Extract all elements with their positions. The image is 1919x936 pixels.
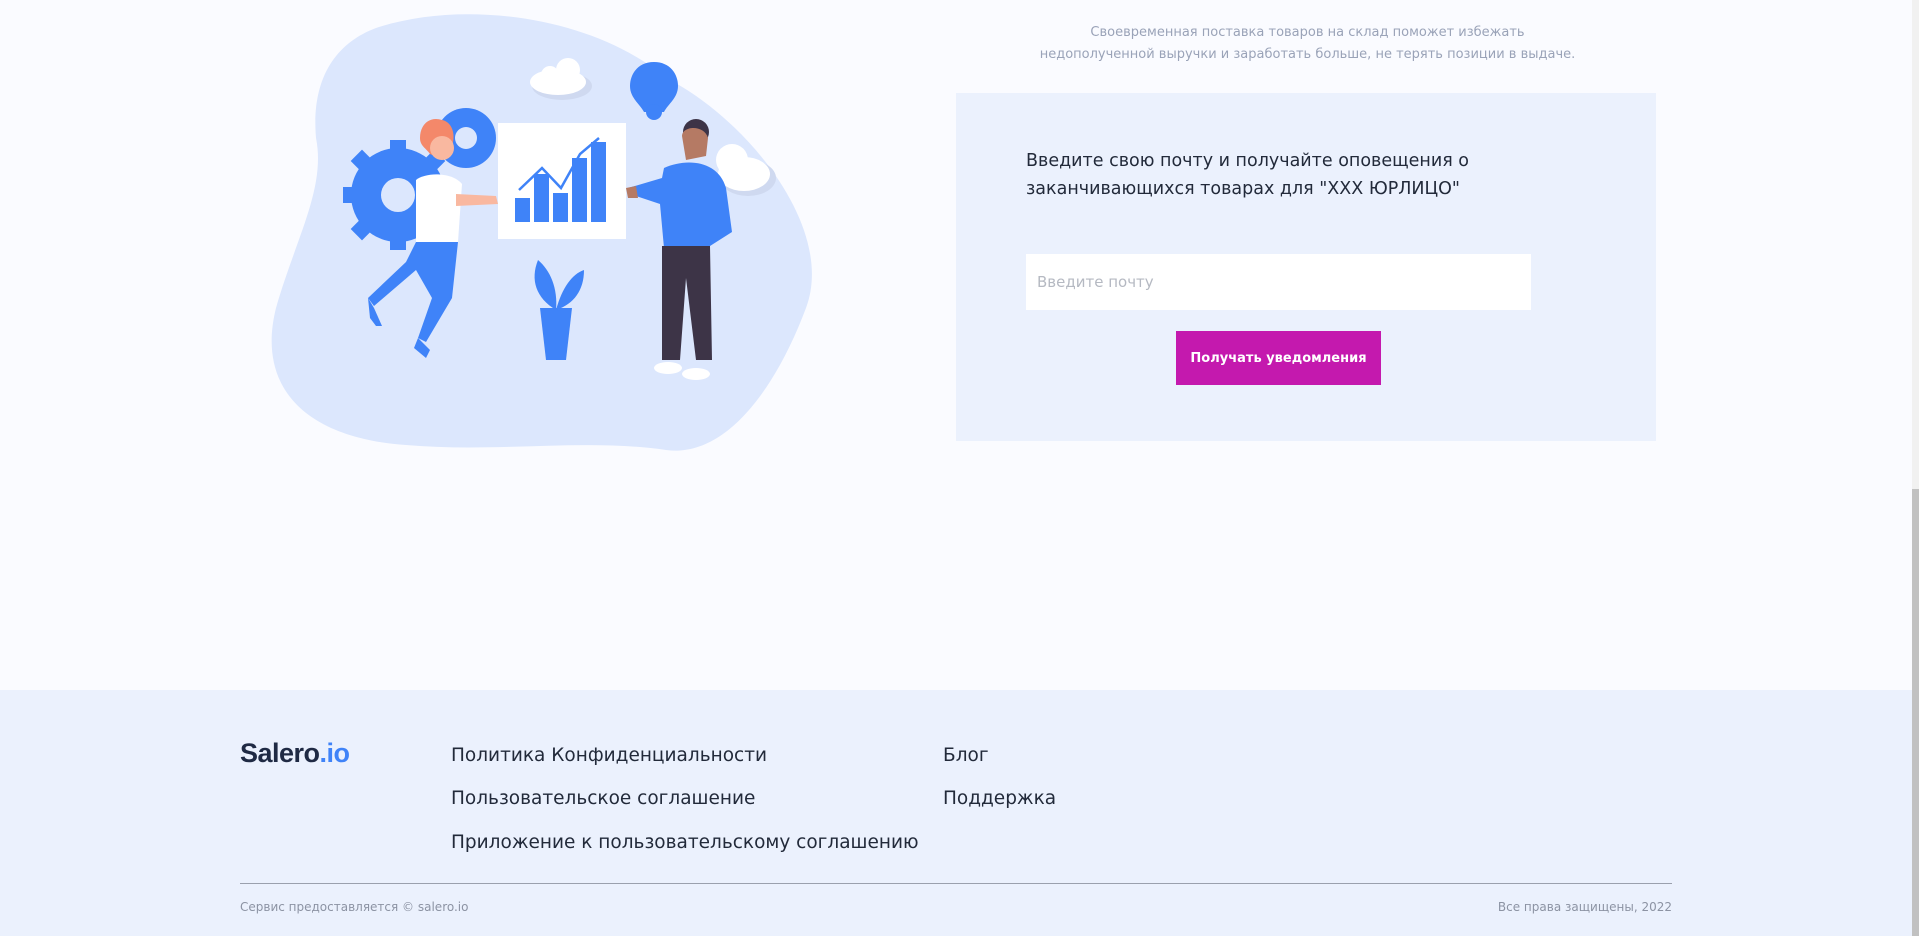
team-analytics-illustration xyxy=(266,8,828,458)
all-rights-reserved-text: Все права защищены, 2022 xyxy=(1497,900,1672,914)
scrollbar-thumb[interactable] xyxy=(1912,489,1919,936)
chart-board-icon xyxy=(498,123,626,239)
user-agreement-appendix-link[interactable]: Приложение к пользовательскому соглашени… xyxy=(451,832,919,853)
get-notifications-button[interactable]: Получать уведомления xyxy=(1176,331,1381,385)
prompt-line-2: заканчивающихся товарах для "ХХХ ЮРЛИЦО" xyxy=(1026,179,1460,199)
support-link[interactable]: Поддержка xyxy=(943,788,1056,809)
main-content: Своевременная поставка товаров на склад … xyxy=(0,0,1912,690)
footer-divider xyxy=(240,883,1672,884)
email-input[interactable] xyxy=(1026,254,1531,310)
notification-signup-card: Введите свою почту и получайте оповещени… xyxy=(956,93,1656,441)
notification-prompt-text: Введите свою почту и получайте оповещени… xyxy=(1026,147,1486,203)
section-subtitle: Своевременная поставка товаров на склад … xyxy=(1000,22,1615,66)
privacy-policy-link[interactable]: Политика Конфиденциальности xyxy=(451,745,767,766)
subtitle-line-1: Своевременная поставка товаров на склад … xyxy=(1090,25,1525,40)
subtitle-line-2: недополученной выручки и заработать боль… xyxy=(1039,47,1576,62)
service-provided-text: Сервис предоставляется © salero.io xyxy=(240,900,469,914)
footer: Salero.io Политика Конфиденциальности По… xyxy=(0,690,1912,936)
logo-main-text: Salero xyxy=(240,738,320,768)
blog-link[interactable]: Блог xyxy=(943,745,989,766)
prompt-line-1: Введите свою почту и получайте оповещени… xyxy=(1026,151,1470,171)
salero-logo[interactable]: Salero.io xyxy=(240,738,350,769)
user-agreement-link[interactable]: Пользовательское соглашение xyxy=(451,788,755,809)
logo-accent-text: .io xyxy=(319,738,351,768)
